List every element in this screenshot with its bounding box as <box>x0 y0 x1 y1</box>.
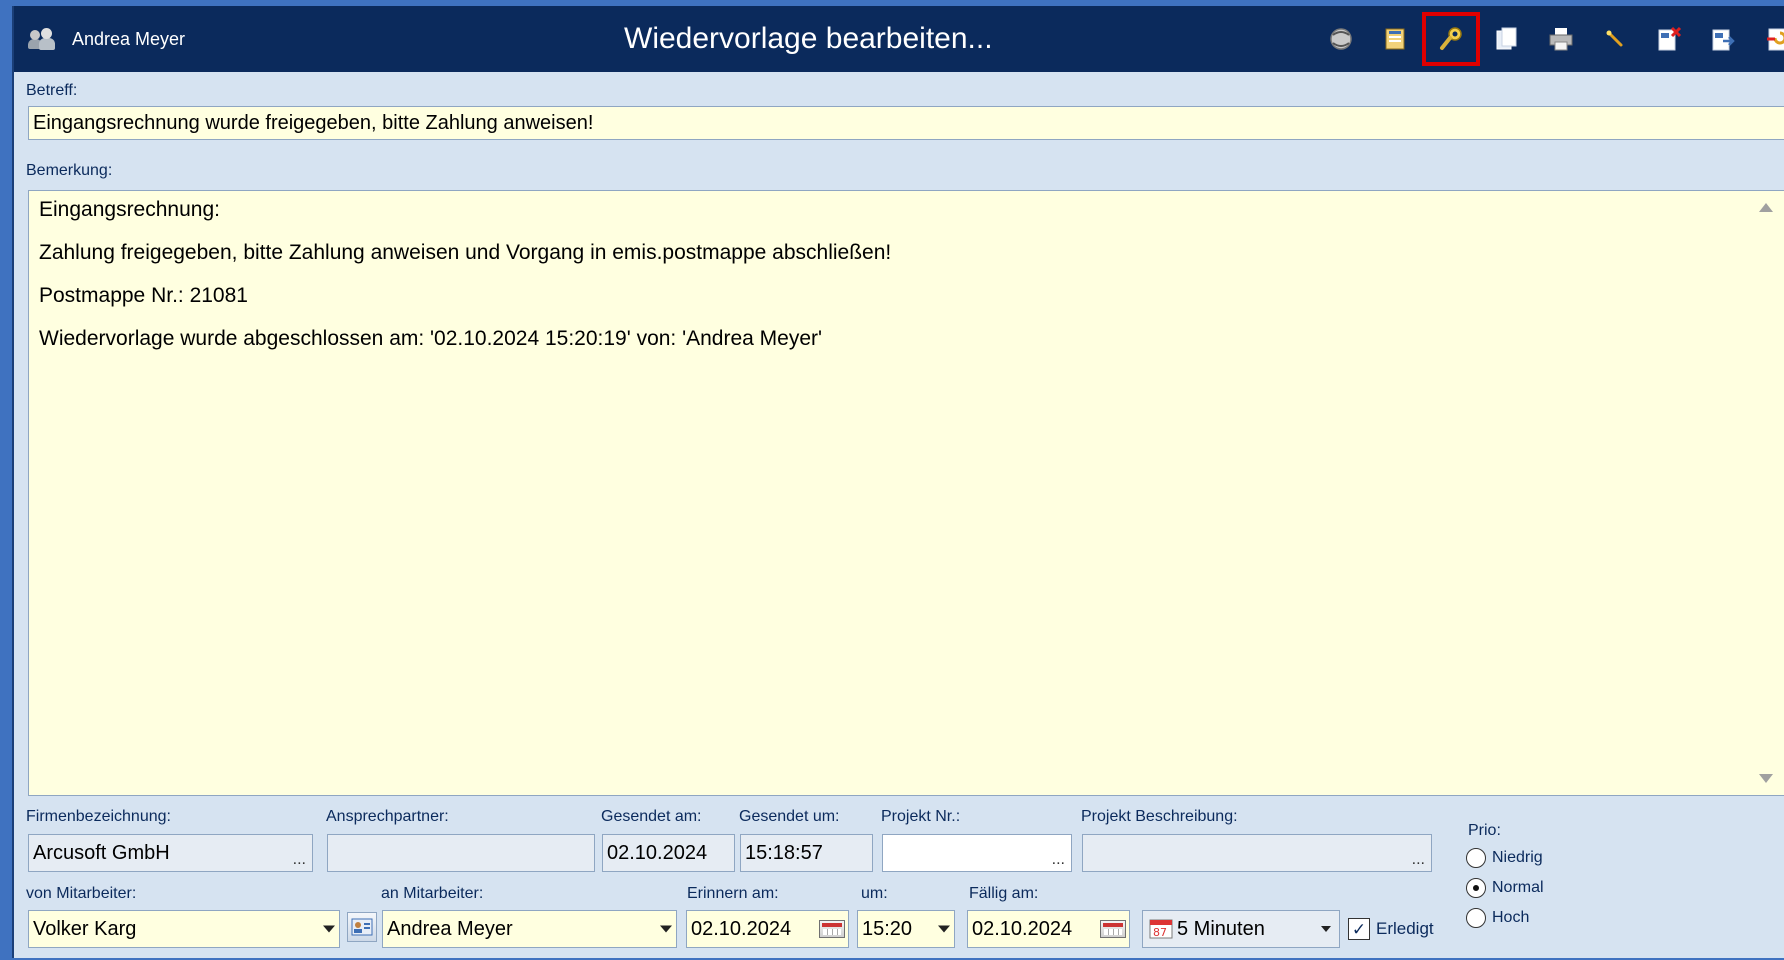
calendar-icon[interactable] <box>1100 920 1126 938</box>
sent-on-value: 02.10.2024 <box>607 841 708 864</box>
wand-button[interactable] <box>1588 12 1642 66</box>
contact-label: Ansprechpartner: <box>326 808 449 825</box>
to-employee-label: an Mitarbeiter: <box>381 885 484 902</box>
employee-lookup-button[interactable] <box>347 912 377 942</box>
company-label: Firmenbezeichnung: <box>26 808 171 825</box>
project-no-browse-button[interactable]: ... <box>1052 851 1065 869</box>
current-user-name: Andrea Meyer <box>72 28 186 49</box>
scroll-up-arrow-icon[interactable] <box>1759 203 1773 212</box>
company-value: Arcusoft GmbH <box>33 841 170 864</box>
priority-option-high[interactable]: Hoch <box>1466 908 1529 928</box>
users-icon <box>28 28 58 50</box>
snooze-value: 5 Minuten <box>1177 917 1265 940</box>
subject-label: Betreff: <box>26 82 78 99</box>
company-browse-button[interactable]: ... <box>293 851 306 869</box>
radio-icon <box>1466 848 1486 868</box>
search-button[interactable] <box>1422 12 1480 66</box>
radio-icon <box>1466 908 1486 928</box>
chevron-down-icon <box>660 925 672 933</box>
remind-date-value: 02.10.2024 <box>691 917 792 940</box>
remind-time-label: um: <box>861 885 888 902</box>
sent-on-field: 02.10.2024 <box>602 834 735 872</box>
chevron-down-icon <box>938 925 950 933</box>
subject-input[interactable]: Eingangsrechnung wurde freigegeben, bitt… <box>28 106 1784 140</box>
from-employee-value: Volker Karg <box>33 917 137 940</box>
priority-option-label: Normal <box>1492 879 1544 896</box>
remind-time-value: 15:20 <box>862 917 913 940</box>
current-user: Andrea Meyer <box>28 28 185 50</box>
copy-button[interactable] <box>1480 12 1534 66</box>
to-employee-value: Andrea Meyer <box>387 917 513 940</box>
sent-at-value: 15:18:57 <box>745 841 823 864</box>
from-employee-select[interactable]: Volker Karg <box>28 910 340 948</box>
remarks-textarea[interactable]: Eingangsrechnung: Zahlung freigegeben, b… <box>28 190 1784 796</box>
close-window-button[interactable] <box>1750 12 1784 66</box>
sent-on-label: Gesendet am: <box>601 808 702 825</box>
remarks-line: Wiedervorlage wurde abgeschlossen am: '0… <box>39 327 823 350</box>
priority-option-low[interactable]: Niedrig <box>1466 848 1543 868</box>
toolbar <box>1314 12 1784 66</box>
radio-selected-icon <box>1466 878 1486 898</box>
spiral-button[interactable] <box>1314 12 1368 66</box>
done-checkbox[interactable]: ✓ Erledigt <box>1348 918 1434 940</box>
project-desc-browse-button[interactable]: ... <box>1412 851 1425 869</box>
calendar-icon[interactable] <box>819 920 845 938</box>
remarks-label: Bemerkung: <box>26 162 113 179</box>
export-document-icon <box>1712 29 1735 51</box>
chevron-down-icon <box>323 925 335 933</box>
spiral-icon <box>1330 28 1352 50</box>
edit-followup-window: Andrea Meyer Wiedervorlage bearbeiten... <box>12 6 1784 958</box>
due-on-label: Fällig am: <box>969 885 1039 902</box>
book-icon <box>1385 28 1405 50</box>
due-date-field[interactable]: 02.10.2024 <box>967 910 1130 948</box>
project-desc-field[interactable]: ... <box>1082 834 1432 872</box>
address-card-icon <box>351 918 373 936</box>
remind-date-field[interactable]: 02.10.2024 <box>686 910 849 948</box>
search-key-icon <box>1440 27 1462 50</box>
due-date-value: 02.10.2024 <box>972 917 1073 940</box>
done-label: Erledigt <box>1376 919 1434 938</box>
from-employee-label: von Mitarbeiter: <box>26 885 137 902</box>
project-no-field[interactable]: ... <box>882 834 1072 872</box>
sent-at-label: Gesendet um: <box>739 808 840 825</box>
book-button[interactable] <box>1368 12 1422 66</box>
company-field[interactable]: Arcusoft GmbH ... <box>28 834 313 872</box>
remind-time-select[interactable]: 15:20 <box>857 910 955 948</box>
contact-field[interactable] <box>327 834 595 872</box>
copy-icon <box>1496 27 1517 50</box>
print-icon <box>1549 28 1573 51</box>
calendar-clock-icon: 87 <box>1149 919 1173 939</box>
checkmark-icon: ✓ <box>1348 918 1370 940</box>
scroll-down-arrow-icon[interactable] <box>1759 774 1773 783</box>
close-window-icon <box>1767 28 1784 51</box>
priority-option-label: Niedrig <box>1492 849 1543 866</box>
wand-icon <box>1606 30 1623 47</box>
sent-at-field: 15:18:57 <box>740 834 873 872</box>
chevron-down-icon <box>1321 926 1331 932</box>
export-document-button[interactable] <box>1696 12 1750 66</box>
delete-document-icon <box>1658 26 1682 51</box>
app-frame: Andrea Meyer Wiedervorlage bearbeiten... <box>0 0 1784 960</box>
priority-label: Prio: <box>1468 822 1501 839</box>
title-bar: Andrea Meyer Wiedervorlage bearbeiten... <box>14 6 1784 72</box>
project-no-label: Projekt Nr.: <box>881 808 961 825</box>
window-title: Wiedervorlage bearbeiten... <box>624 22 993 55</box>
remind-on-label: Erinnern am: <box>687 885 779 902</box>
delete-document-button[interactable] <box>1642 12 1696 66</box>
svg-text:87: 87 <box>1153 926 1167 939</box>
priority-option-normal[interactable]: Normal <box>1466 878 1544 898</box>
priority-option-label: Hoch <box>1492 909 1530 926</box>
snooze-select[interactable]: 87 5 Minuten <box>1142 910 1340 948</box>
to-employee-select[interactable]: Andrea Meyer <box>382 910 677 948</box>
print-button[interactable] <box>1534 12 1588 66</box>
project-desc-label: Projekt Beschreibung: <box>1081 808 1238 825</box>
